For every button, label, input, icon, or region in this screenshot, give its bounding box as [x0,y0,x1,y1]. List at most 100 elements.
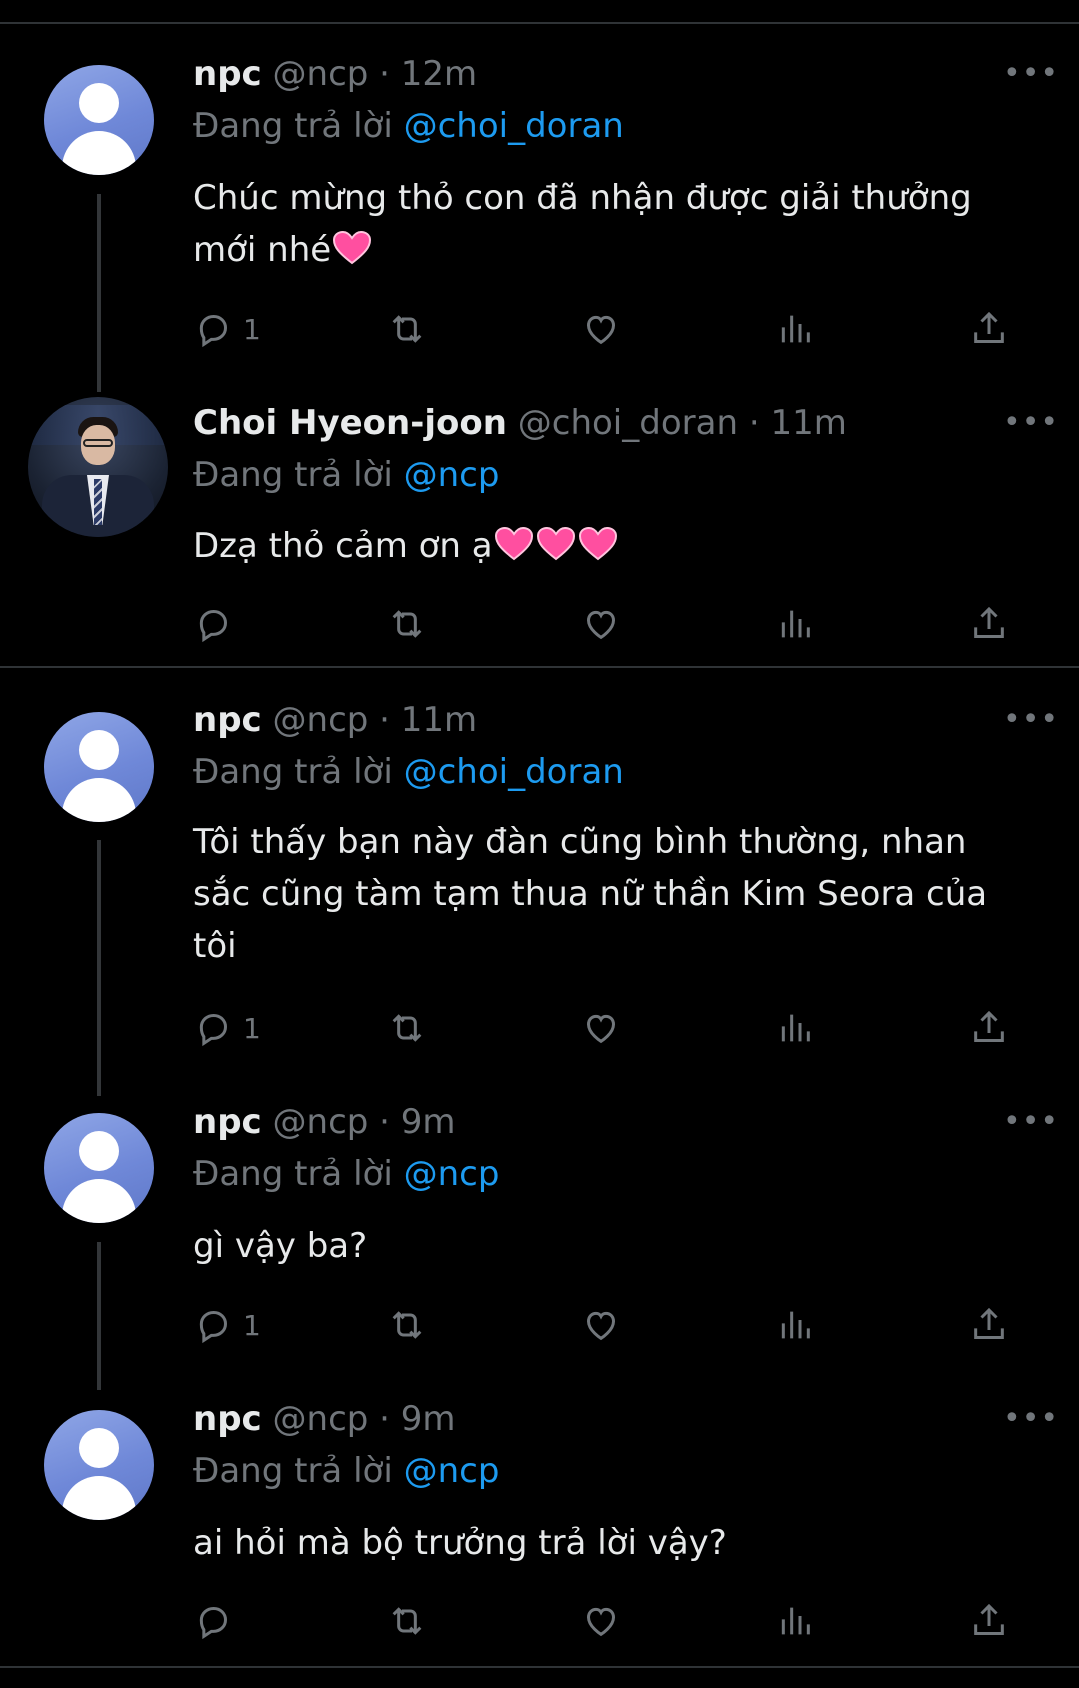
retweet-icon [392,1014,422,1042]
share-icon [974,606,1004,638]
views-icon [781,610,810,638]
replying-to: Đang trả lời @choi_doran [193,106,624,146]
mention-link[interactable]: @ncp [404,455,500,495]
tweet-text-line: gì vậy ba? [193,1226,368,1266]
growing-heart-emoji [536,526,575,561]
timestamp[interactable]: 9m [401,1399,456,1439]
retweet-icon [392,315,422,343]
mention-link[interactable]: @choi_doran [404,752,624,792]
retweet-icon [392,1311,422,1339]
tweet-text-line: sắc cũng tàm tạm thua nữ thần Kim Seora … [193,874,988,914]
tweet-text-line: Chúc mừng thỏ con đã nhận được giải thưở… [193,178,972,218]
tweet-actions: 1 [193,1303,1023,1347]
user-handle[interactable]: @ncp [273,1102,369,1142]
avatar[interactable] [28,397,168,537]
more-options-icon[interactable]: ••• [1003,56,1059,91]
share-button[interactable] [969,1303,1009,1347]
reply-count: 1 [243,1308,261,1342]
tweet-header: npc @ncp · 9m [193,1102,456,1142]
tweet-text: Dzạ thỏ cảm ơn ạ [193,520,1043,572]
user-handle[interactable]: @choi_doran [518,403,738,443]
reply-icon [199,609,228,643]
separator-dot: · [379,54,390,94]
share-button[interactable] [969,307,1009,351]
tweet-header: npc @ncp · 12m [193,54,477,94]
replying-to-label: Đang trả lời [193,1451,393,1491]
views-button[interactable] [775,602,815,646]
like-button[interactable] [581,1006,621,1050]
retweet-button[interactable] [387,1599,427,1643]
retweet-icon [392,610,422,638]
section-divider [0,666,1079,668]
retweet-button[interactable] [387,307,427,351]
share-button[interactable] [969,1599,1009,1643]
separator-dot: · [379,1399,390,1439]
mention-link[interactable]: @choi_doran [404,106,624,146]
avatar[interactable] [44,712,154,822]
like-button[interactable] [581,602,621,646]
avatar[interactable] [44,1410,154,1520]
retweet-button[interactable] [387,602,427,646]
share-icon [974,1603,1004,1635]
reply-button[interactable]: 1 [193,307,261,351]
reply-button[interactable]: 1 [193,1006,261,1050]
views-button[interactable] [775,1599,815,1643]
retweet-button[interactable] [387,1303,427,1347]
avatar[interactable] [44,1113,154,1223]
like-button[interactable] [581,1599,621,1643]
timestamp[interactable]: 12m [401,54,477,94]
replying-to-label: Đang trả lời [193,752,393,792]
display-name[interactable]: npc [193,700,262,740]
reply-button[interactable]: 1 [193,1303,261,1347]
user-handle[interactable]: @ncp [273,700,369,740]
timestamp[interactable]: 9m [401,1102,456,1142]
share-icon [974,311,1004,343]
tweet-actions [193,1599,1023,1643]
views-button[interactable] [775,307,815,351]
tweet-actions: 1 [193,307,1023,351]
views-button[interactable] [775,1303,815,1347]
user-handle[interactable]: @ncp [273,54,369,94]
more-options-icon[interactable]: ••• [1003,702,1059,737]
display-name[interactable]: Choi Hyeon-joon [193,403,507,443]
avatar[interactable] [44,65,154,175]
replying-to: Đang trả lời @ncp [193,455,499,495]
timestamp[interactable]: 11m [770,403,846,443]
display-name[interactable]: npc [193,1399,262,1439]
reply-icon [199,1013,228,1047]
like-button[interactable] [581,307,621,351]
mention-link[interactable]: @ncp [404,1154,500,1194]
growing-heart-emoji [494,526,533,561]
more-options-icon[interactable]: ••• [1003,1401,1059,1436]
display-name[interactable]: npc [193,1102,262,1142]
retweet-button[interactable] [387,1006,427,1050]
thread-line [97,1242,101,1390]
more-options-icon[interactable]: ••• [1003,1104,1059,1139]
reply-icon [199,1310,228,1344]
tweet-text: Tôi thấy bạn này đàn cũng bình thường, n… [193,816,1043,972]
share-icon [974,1010,1004,1042]
tweet-text-line: tôi [193,926,237,966]
like-button[interactable] [581,1303,621,1347]
share-button[interactable] [969,602,1009,646]
timestamp[interactable]: 11m [401,700,477,740]
replying-to: Đang trả lời @ncp [193,1451,499,1491]
tweet-actions [193,602,1023,646]
thread-line [97,194,101,392]
heart-icon [586,1607,616,1637]
display-name[interactable]: npc [193,54,262,94]
views-button[interactable] [775,1006,815,1050]
replying-to: Đang trả lời @choi_doran [193,752,624,792]
heart-icon [586,315,616,345]
user-handle[interactable]: @ncp [273,1399,369,1439]
tweet-text-line: Tôi thấy bạn này đàn cũng bình thường, n… [193,822,967,862]
mention-link[interactable]: @ncp [404,1451,500,1491]
reply-count: 1 [243,1011,261,1045]
reply-button[interactable] [193,1599,243,1643]
views-icon [781,315,810,343]
share-button[interactable] [969,1006,1009,1050]
tweet-actions: 1 [193,1006,1023,1050]
heart-icon [586,610,616,640]
more-options-icon[interactable]: ••• [1003,405,1059,440]
reply-button[interactable] [193,602,243,646]
